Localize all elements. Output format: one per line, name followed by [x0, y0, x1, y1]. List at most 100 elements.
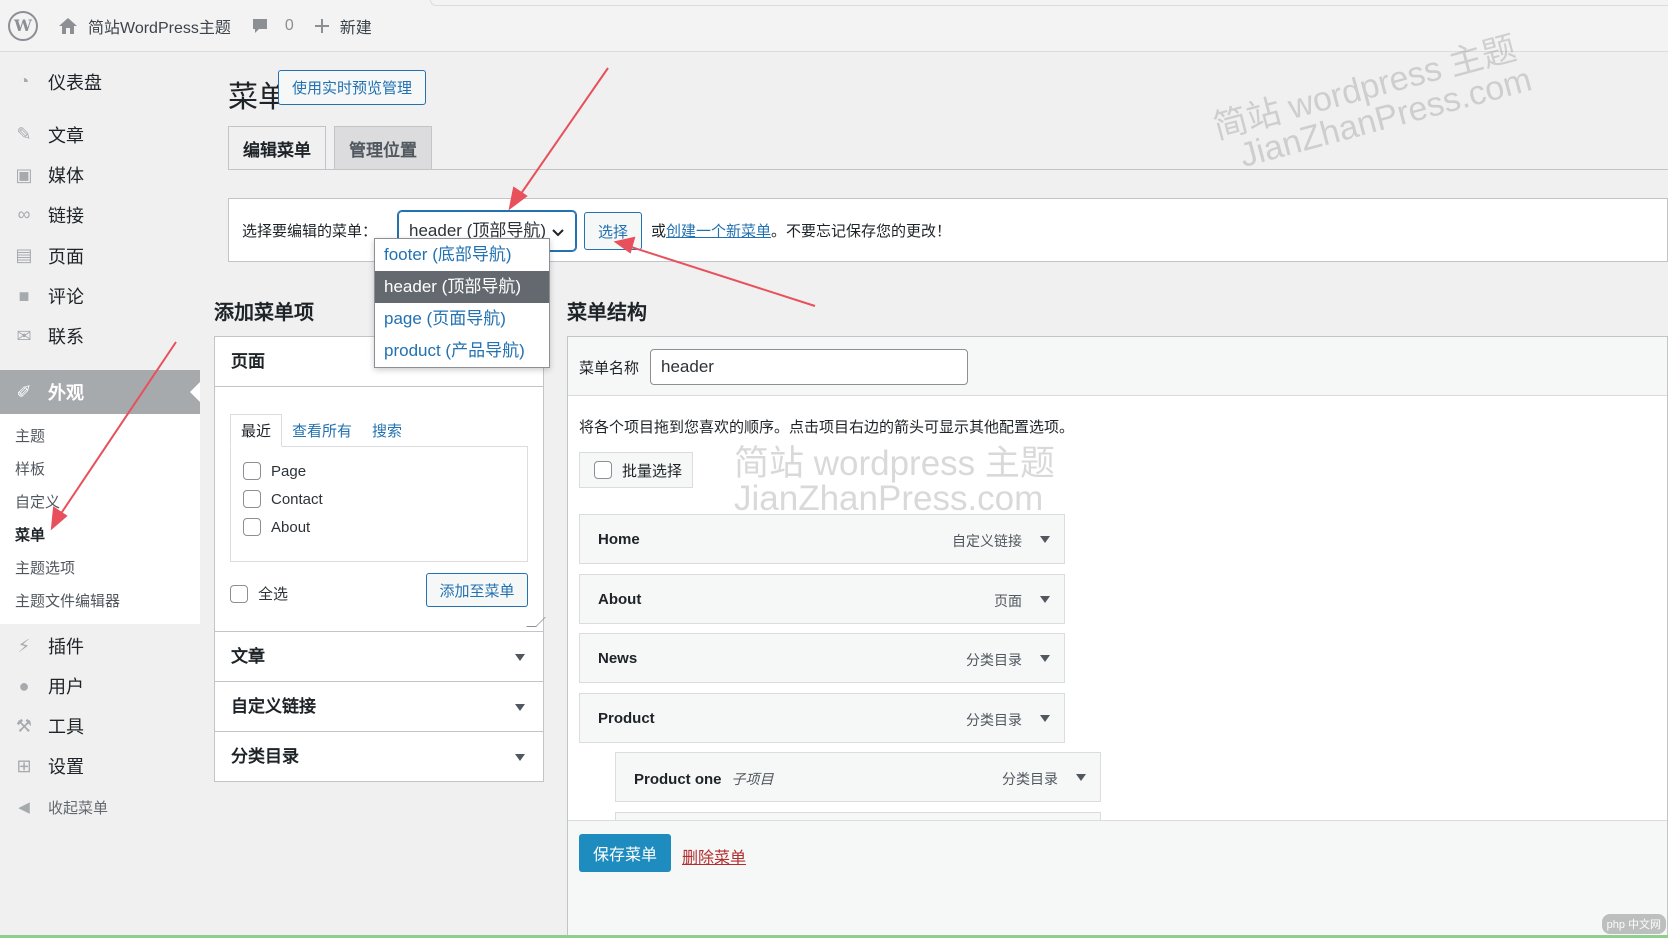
menu-name-label: 菜单名称	[579, 360, 640, 377]
user-icon: ●	[18, 675, 30, 696]
tab-manage-locations[interactable]: 管理位置	[334, 126, 432, 170]
create-new-menu-link[interactable]: 创建一个新菜单	[666, 223, 771, 240]
sidebar-item-dashboard[interactable]: ◔ 仪表盘	[0, 60, 200, 103]
checkbox[interactable]	[243, 462, 261, 480]
tab-search[interactable]: 搜索	[362, 414, 412, 447]
list-item[interactable]: About	[243, 513, 515, 541]
menu-item-title: Home	[598, 531, 640, 548]
dropdown-option-selected[interactable]: header (顶部导航)	[375, 271, 549, 303]
sidebar-item-tools[interactable]: ⚒ 工具	[0, 706, 200, 746]
live-preview-button[interactable]: 使用实时预览管理	[278, 70, 426, 105]
menu-item-type: 页面	[994, 593, 1022, 609]
tab-view-all[interactable]: 查看所有	[282, 414, 362, 447]
watermark-badge: php 中文网	[1601, 914, 1666, 934]
dropdown-option[interactable]: product (产品导航)	[375, 335, 549, 367]
tab-edit-menus[interactable]: 编辑菜单	[228, 126, 326, 170]
accordion-label: 文章	[231, 647, 265, 666]
add-to-menu-button[interactable]: 添加至菜单	[426, 573, 528, 607]
accordion-label: 分类目录	[231, 747, 299, 766]
sidebar-item-users[interactable]: ● 用户	[0, 666, 200, 706]
menu-item-partial[interactable]	[615, 812, 1101, 820]
window-edge	[430, 0, 1668, 6]
delete-menu-link[interactable]: 删除菜单	[682, 844, 746, 868]
menu-structure-body: 将各个项目拖到您喜欢的顺序。点击项目右边的箭头可显示其他配置选项。 批量选择 简…	[568, 396, 1667, 820]
pages-checklist: Page Contact About	[230, 446, 528, 562]
bulk-select-label: 批量选择	[622, 462, 683, 480]
checkbox[interactable]	[243, 518, 261, 536]
bulk-select-checkbox[interactable]	[594, 461, 612, 479]
submenu-theme-file-editor[interactable]: 主题文件编辑器	[0, 585, 200, 618]
checkbox[interactable]	[243, 490, 261, 508]
menu-name-input[interactable]: header	[650, 349, 968, 385]
sidebar-item-links[interactable]: ∞ 链接	[0, 194, 200, 235]
admin-bar: W 简站WordPress主题 0 新建	[0, 0, 1668, 52]
sidebar-item-label: 外观	[48, 383, 84, 403]
plus-icon	[314, 18, 329, 33]
sidebar-item-pages[interactable]: ▤ 页面	[0, 235, 200, 276]
add-menu-items-title: 添加菜单项	[214, 302, 314, 324]
submenu-menus[interactable]: 菜单	[0, 519, 200, 552]
dropdown-option[interactable]: footer (底部导航)	[375, 239, 549, 271]
wrench-icon: ⚒	[15, 715, 33, 736]
sidebar-item-comments[interactable]: ■ 评论	[0, 276, 200, 316]
triangle-down-icon	[515, 654, 525, 661]
menu-item-home[interactable]: Home 自定义链接	[579, 514, 1065, 564]
select-button[interactable]: 选择	[584, 212, 642, 250]
sidebar-item-settings[interactable]: ⊞ 设置	[0, 746, 200, 786]
accordion-categories[interactable]: 分类目录	[215, 731, 543, 781]
sidebar-item-plugins[interactable]: ⚡ 插件	[0, 626, 200, 666]
sidebar-item-label: 联系	[48, 327, 84, 347]
submenu-patterns[interactable]: 样板	[0, 453, 200, 486]
page-label: Page	[271, 462, 307, 480]
accordion-posts[interactable]: 文章	[215, 631, 543, 681]
sidebar-item-label: 链接	[48, 205, 84, 226]
sidebar-item-contact[interactable]: ✉ 联系	[0, 316, 200, 356]
sidebar-item-posts[interactable]: ✎ 文章	[0, 113, 200, 156]
sidebar-item-media[interactable]: ▣ 媒体	[0, 156, 200, 194]
tab-recent[interactable]: 最近	[230, 414, 283, 447]
plugin-icon: ⚡	[17, 635, 31, 656]
menu-structure-panel: 菜单名称 header 将各个项目拖到您喜欢的顺序。点击项目右边的箭头可显示其他…	[567, 336, 1668, 938]
select-all-checkbox[interactable]	[230, 584, 248, 603]
accordion-custom-links[interactable]: 自定义链接	[215, 681, 543, 731]
new-content-link[interactable]: 新建	[314, 14, 372, 38]
menu-item-title: About	[598, 591, 641, 608]
sidebar-item-appearance[interactable]: ✐ 外观	[0, 370, 200, 414]
menu-item-title-text: About	[598, 591, 642, 608]
collapse-label: 收起菜单	[48, 799, 109, 817]
collapse-menu-button[interactable]: ◀ 收起菜单	[0, 786, 200, 828]
menu-item-product[interactable]: Product 分类目录	[579, 693, 1065, 743]
page-icon: ▤	[15, 245, 33, 265]
bulk-select-button[interactable]: 批量选择	[579, 452, 693, 488]
save-menu-button[interactable]: 保存菜单	[579, 834, 671, 872]
site-name-link[interactable]: 简站WordPress主题	[58, 14, 231, 38]
select-all[interactable]: 全选	[230, 583, 288, 604]
submenu-themes[interactable]: 主题	[0, 420, 200, 453]
triangle-down-icon[interactable]	[1040, 715, 1050, 722]
menu-item-title: Product	[598, 710, 655, 727]
menu-item-about[interactable]: About 页面	[579, 574, 1065, 624]
triangle-down-icon[interactable]	[1076, 774, 1086, 781]
triangle-down-icon[interactable]	[1040, 596, 1050, 603]
submenu-theme-options[interactable]: 主题选项	[0, 552, 200, 585]
resize-handle-icon[interactable]	[526, 617, 546, 627]
triangle-down-icon[interactable]	[1040, 536, 1050, 543]
menu-item-title-text: News	[598, 650, 638, 667]
comments-link[interactable]: 0	[251, 17, 294, 35]
dropdown-option[interactable]: page (页面导航)	[375, 303, 549, 335]
submenu-customize[interactable]: 自定义	[0, 486, 200, 519]
link-icon: ∞	[17, 204, 31, 224]
triangle-down-icon	[515, 754, 525, 761]
sidebar-item-label: 媒体	[48, 166, 84, 186]
list-item[interactable]: Page	[243, 457, 515, 485]
menu-item-product-one[interactable]: Product one 子项目 分类目录	[615, 752, 1101, 802]
list-item[interactable]: Contact	[243, 485, 515, 513]
menu-item-news[interactable]: News 分类目录	[579, 633, 1065, 683]
wordpress-logo-icon[interactable]: W	[8, 10, 38, 41]
sidebar-item-label: 文章	[48, 125, 84, 146]
comment-icon	[252, 18, 267, 33]
menu-item-title: Product one 子项目	[634, 769, 774, 789]
sidebar-item-label: 仪表盘	[48, 72, 102, 93]
home-icon	[59, 17, 77, 34]
triangle-down-icon[interactable]	[1040, 655, 1050, 662]
